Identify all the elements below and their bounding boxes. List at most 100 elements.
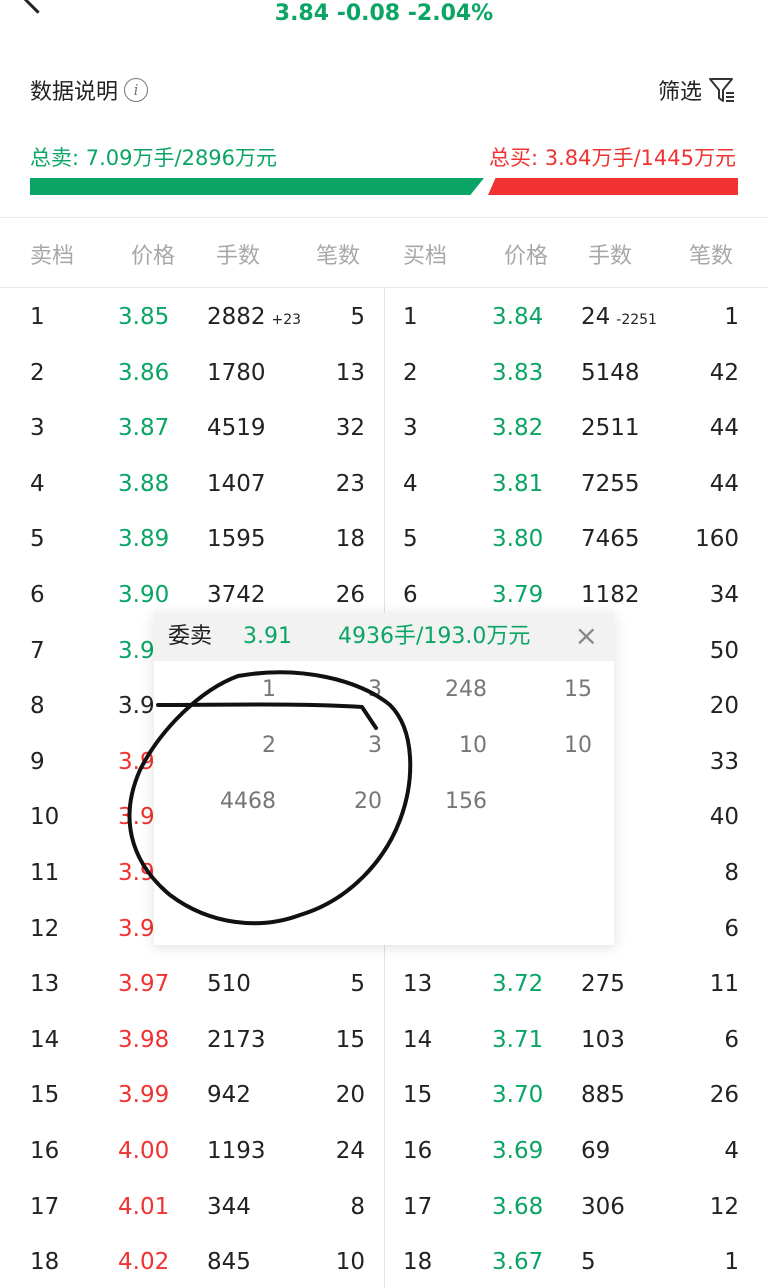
sell-level: 16 — [30, 1138, 60, 1164]
popup-price: 3.91 — [243, 624, 292, 649]
popup-cell: 10 — [564, 733, 592, 758]
popup-cell: 248 — [445, 677, 487, 702]
popup-label: 委卖 — [168, 624, 213, 649]
sell-level: 17 — [30, 1193, 60, 1220]
sell-price: 3.88 — [118, 470, 170, 497]
buy-level: 6 — [403, 582, 418, 608]
buy-count: 8 — [724, 860, 739, 886]
buy-volume: 69 — [581, 1138, 611, 1164]
sell-volume: 4519 — [207, 415, 266, 442]
popup-summary: 4936手/193.0万元 — [338, 624, 531, 649]
buy-count: 40 — [709, 804, 739, 831]
sell-price: 3.98 — [118, 1026, 170, 1053]
sell-price: 3.85 — [118, 304, 170, 330]
buy-count: 26 — [709, 1082, 739, 1109]
sell-volume: 1780 — [207, 359, 266, 386]
sell-level: 11 — [30, 860, 60, 886]
sell-price: 3.90 — [118, 582, 170, 608]
popup-header: 委卖 3.91 4936手/193.0万元 × — [154, 613, 614, 661]
sell-volume: 845 — [207, 1249, 251, 1276]
buy-price: 3.70 — [492, 1082, 544, 1109]
buy-level: 5 — [403, 526, 418, 553]
popup-cell: 20 — [354, 789, 382, 814]
buy-count: 4 — [724, 1138, 739, 1164]
buy-volume: 24 -2251 — [581, 304, 657, 330]
buy-price: 3.68 — [492, 1193, 544, 1220]
buy-price: 3.83 — [492, 359, 544, 386]
sell-count: 32 — [335, 415, 365, 442]
sell-volume: 1595 — [207, 526, 266, 553]
sell-count: 24 — [335, 1138, 365, 1164]
sell-price: 3.9 — [118, 637, 155, 664]
buy-price: 3.67 — [492, 1249, 544, 1276]
buy-count: 44 — [709, 415, 739, 442]
sell-price: 3.9 — [118, 804, 155, 831]
sell-volume: 3742 — [207, 582, 266, 608]
sell-price: 3.9 — [118, 915, 155, 942]
buy-count: 6 — [724, 915, 739, 942]
buy-level: 18 — [403, 1249, 433, 1276]
buy-count: 160 — [695, 526, 739, 553]
buy-level: 14 — [403, 1026, 433, 1053]
close-icon[interactable]: × — [575, 619, 598, 653]
sell-volume: 1407 — [207, 470, 266, 497]
buy-volume: 1182 — [581, 582, 640, 608]
buy-count: 1 — [724, 1249, 739, 1276]
buy-level: 15 — [403, 1082, 433, 1109]
sell-count: 8 — [350, 1193, 365, 1220]
buy-volume: 5 — [581, 1249, 596, 1276]
buy-level: 1 — [403, 304, 418, 330]
sell-level: 13 — [30, 971, 60, 998]
buy-count: 42 — [709, 359, 739, 386]
buy-volume: 7255 — [581, 470, 640, 497]
buy-count: 34 — [709, 582, 739, 608]
buy-level: 4 — [403, 470, 418, 497]
sell-volume: 344 — [207, 1193, 251, 1220]
buy-count: 6 — [724, 1026, 739, 1053]
buy-volume: 885 — [581, 1082, 625, 1109]
sell-volume: 2173 — [207, 1026, 266, 1053]
order-detail-popup: 委卖 3.91 4936手/193.0万元 × 1 3 248 15 2 3 10 10 446… — [154, 613, 614, 945]
sell-price: 4.02 — [118, 1249, 170, 1276]
sell-count: 20 — [335, 1082, 365, 1109]
sell-level: 3 — [30, 415, 45, 442]
sell-level: 8 — [30, 693, 45, 720]
sell-price: 3.9 — [118, 748, 155, 775]
sell-volume: 942 — [207, 1082, 251, 1109]
sell-count: 15 — [335, 1026, 365, 1053]
sell-level: 15 — [30, 1082, 60, 1109]
buy-price: 3.81 — [492, 470, 544, 497]
buy-volume: 275 — [581, 971, 625, 998]
sell-level: 5 — [30, 526, 45, 553]
sell-count: 13 — [335, 359, 365, 386]
sell-level: 2 — [30, 359, 45, 386]
buy-count: 20 — [709, 693, 739, 720]
sell-level: 10 — [30, 804, 60, 831]
sell-level: 12 — [30, 915, 60, 942]
buy-count: 33 — [709, 748, 739, 775]
buy-price: 3.69 — [492, 1138, 544, 1164]
sell-level: 1 — [30, 304, 45, 330]
sell-level: 7 — [30, 637, 45, 664]
sell-price: 3.86 — [118, 359, 170, 386]
popup-cell: 3 — [368, 677, 382, 702]
sell-volume: 1193 — [207, 1138, 266, 1164]
sell-price: 3.97 — [118, 971, 170, 998]
buy-price: 3.72 — [492, 971, 544, 998]
buy-count: 12 — [709, 1193, 739, 1220]
sell-count: 23 — [335, 470, 365, 497]
sell-price: 3.9 — [118, 693, 155, 720]
buy-price: 3.79 — [492, 582, 544, 608]
buy-level: 17 — [403, 1193, 433, 1220]
sell-count: 26 — [335, 582, 365, 608]
sell-level: 6 — [30, 582, 45, 608]
buy-level: 16 — [403, 1138, 433, 1164]
sell-count: 18 — [335, 526, 365, 553]
buy-count: 1 — [724, 304, 739, 330]
buy-volume: 2511 — [581, 415, 640, 442]
sell-price: 4.00 — [118, 1138, 170, 1164]
sell-level: 14 — [30, 1026, 60, 1053]
popup-cell: 15 — [564, 677, 592, 702]
popup-cell: 1 — [262, 677, 276, 702]
sell-price: 3.99 — [118, 1082, 170, 1109]
